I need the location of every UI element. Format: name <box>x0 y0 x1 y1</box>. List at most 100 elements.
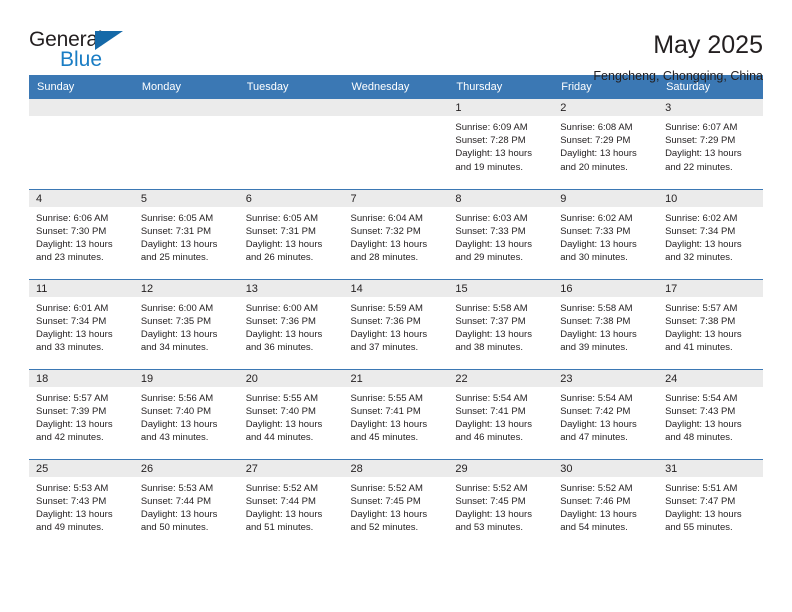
daylight-text-line2: and 20 minutes. <box>560 161 628 173</box>
day-cell[interactable]: 24 Sunrise: 5:54 AM Sunset: 7:43 PM Dayl… <box>658 368 763 459</box>
daylight-text-line1: Daylight: 13 hours <box>245 508 323 520</box>
day-cell[interactable]: 30 Sunrise: 5:52 AM Sunset: 7:46 PM Dayl… <box>553 458 659 549</box>
day-cell[interactable]: 1 Sunrise: 6:09 AM Sunset: 7:28 PM Dayli… <box>448 99 554 189</box>
calendar-week-row: 4 Sunrise: 6:06 AM Sunset: 7:30 PM Dayli… <box>29 188 763 279</box>
day-cell[interactable]: 4 Sunrise: 6:06 AM Sunset: 7:30 PM Dayli… <box>29 188 134 279</box>
daylight-text-line1: Daylight: 13 hours <box>350 508 428 520</box>
sunrise-text: Sunrise: 6:06 AM <box>36 212 109 224</box>
calendar-week-row: 11 Sunrise: 6:01 AM Sunset: 7:34 PM Dayl… <box>29 278 763 369</box>
daylight-text-line1: Daylight: 13 hours <box>665 418 742 430</box>
day-cell[interactable]: 7 Sunrise: 6:04 AM Sunset: 7:32 PM Dayli… <box>343 188 449 279</box>
sunset-text: Sunset: 7:38 PM <box>560 315 631 327</box>
day-cell[interactable]: 10 Sunrise: 6:02 AM Sunset: 7:34 PM Dayl… <box>658 188 763 279</box>
day-cell[interactable]: 15 Sunrise: 5:58 AM Sunset: 7:37 PM Dayl… <box>448 278 554 369</box>
calendar-body: 1 Sunrise: 6:09 AM Sunset: 7:28 PM Dayli… <box>29 99 763 549</box>
generalblue-logo[interactable]: General Blue <box>29 28 169 76</box>
day-number: 20 <box>238 369 344 387</box>
daylight-text-line1: Daylight: 13 hours <box>140 238 218 250</box>
day-cell[interactable]: 9 Sunrise: 6:02 AM Sunset: 7:33 PM Dayli… <box>553 188 659 279</box>
day-cell[interactable]: 18 Sunrise: 5:57 AM Sunset: 7:39 PM Dayl… <box>29 368 134 459</box>
day-number: 26 <box>133 459 239 477</box>
sunrise-text: Sunrise: 5:58 AM <box>455 302 528 314</box>
sunset-text: Sunset: 7:34 PM <box>665 225 736 237</box>
day-details: Sunrise: 5:53 AM Sunset: 7:44 PM Dayligh… <box>134 477 239 535</box>
logo-text-blue: Blue <box>60 48 103 71</box>
daylight-text-line2: and 39 minutes. <box>560 342 628 354</box>
day-cell[interactable]: 8 Sunrise: 6:03 AM Sunset: 7:33 PM Dayli… <box>448 188 554 279</box>
sunset-text: Sunset: 7:34 PM <box>36 315 107 327</box>
sunset-text: Sunset: 7:43 PM <box>36 495 107 507</box>
day-cell[interactable]: 27 Sunrise: 5:52 AM Sunset: 7:44 PM Dayl… <box>238 458 344 549</box>
day-cell[interactable]: 26 Sunrise: 5:53 AM Sunset: 7:44 PM Dayl… <box>133 458 239 549</box>
day-details: Sunrise: 6:01 AM Sunset: 7:34 PM Dayligh… <box>29 297 134 355</box>
day-cell[interactable]: 19 Sunrise: 5:56 AM Sunset: 7:40 PM Dayl… <box>133 368 239 459</box>
day-cell[interactable]: 23 Sunrise: 5:54 AM Sunset: 7:42 PM Dayl… <box>553 368 659 459</box>
day-cell[interactable]: 22 Sunrise: 5:54 AM Sunset: 7:41 PM Dayl… <box>448 368 554 459</box>
calendar-page: General Blue May 2025 Fengcheng, Chongqi… <box>0 0 792 612</box>
sunset-text: Sunset: 7:43 PM <box>665 405 736 417</box>
daylight-text-line1: Daylight: 13 hours <box>455 238 532 250</box>
day-cell[interactable]: 14 Sunrise: 5:59 AM Sunset: 7:36 PM Dayl… <box>343 278 449 369</box>
daylight-text-line2: and 25 minutes. <box>140 252 209 264</box>
day-cell[interactable]: 25 Sunrise: 5:53 AM Sunset: 7:43 PM Dayl… <box>29 458 134 549</box>
day-number: 1 <box>448 99 554 116</box>
day-details: Sunrise: 5:55 AM Sunset: 7:41 PM Dayligh… <box>344 387 449 445</box>
day-cell[interactable]: 16 Sunrise: 5:58 AM Sunset: 7:38 PM Dayl… <box>553 278 659 369</box>
sunset-text: Sunset: 7:44 PM <box>140 495 212 507</box>
weekday-header-wednesday: Wednesday <box>343 75 449 99</box>
day-cell[interactable]: 13 Sunrise: 6:00 AM Sunset: 7:36 PM Dayl… <box>238 278 344 369</box>
sunrise-text: Sunrise: 5:58 AM <box>560 302 633 314</box>
day-cell[interactable]: 2 Sunrise: 6:08 AM Sunset: 7:29 PM Dayli… <box>553 99 659 189</box>
sunrise-text: Sunrise: 6:03 AM <box>455 212 528 224</box>
day-number: 30 <box>553 459 659 477</box>
day-cell[interactable]: 20 Sunrise: 5:55 AM Sunset: 7:40 PM Dayl… <box>238 368 344 459</box>
sunrise-text: Sunrise: 5:59 AM <box>350 302 423 314</box>
calendar-week-row: 18 Sunrise: 5:57 AM Sunset: 7:39 PM Dayl… <box>29 368 763 459</box>
daylight-text-line1: Daylight: 13 hours <box>455 508 532 520</box>
calendar-week-row: 25 Sunrise: 5:53 AM Sunset: 7:43 PM Dayl… <box>29 458 763 549</box>
day-number: 22 <box>448 369 554 387</box>
day-cell[interactable]: 29 Sunrise: 5:52 AM Sunset: 7:45 PM Dayl… <box>448 458 554 549</box>
day-details: Sunrise: 6:02 AM Sunset: 7:33 PM Dayligh… <box>553 207 658 265</box>
day-details: Sunrise: 5:58 AM Sunset: 7:38 PM Dayligh… <box>553 297 658 355</box>
day-details: Sunrise: 5:51 AM Sunset: 7:47 PM Dayligh… <box>658 477 763 535</box>
day-number: 14 <box>343 279 449 297</box>
calendar-week-row: 1 Sunrise: 6:09 AM Sunset: 7:28 PM Dayli… <box>29 99 763 189</box>
sunrise-text: Sunrise: 6:05 AM <box>140 212 214 224</box>
day-number: 12 <box>133 279 239 297</box>
day-number: 17 <box>658 279 763 297</box>
day-cell[interactable]: 31 Sunrise: 5:51 AM Sunset: 7:47 PM Dayl… <box>658 458 763 549</box>
daylight-text-line1: Daylight: 13 hours <box>560 148 637 160</box>
sunset-text: Sunset: 7:44 PM <box>245 495 316 507</box>
daylight-text-line2: and 29 minutes. <box>455 252 523 264</box>
day-cell[interactable]: 3 Sunrise: 6:07 AM Sunset: 7:29 PM Dayli… <box>658 99 763 189</box>
sunrise-text: Sunrise: 6:04 AM <box>350 212 423 224</box>
daylight-text-line1: Daylight: 13 hours <box>36 328 113 340</box>
day-cell <box>238 99 344 189</box>
day-cell[interactable]: 11 Sunrise: 6:01 AM Sunset: 7:34 PM Dayl… <box>29 278 134 369</box>
day-cell[interactable]: 6 Sunrise: 6:05 AM Sunset: 7:31 PM Dayli… <box>238 188 344 279</box>
day-number: 16 <box>553 279 659 297</box>
day-number <box>29 99 134 116</box>
day-details: Sunrise: 6:06 AM Sunset: 7:30 PM Dayligh… <box>29 207 134 265</box>
day-cell[interactable]: 28 Sunrise: 5:52 AM Sunset: 7:45 PM Dayl… <box>343 458 449 549</box>
day-cell[interactable]: 12 Sunrise: 6:00 AM Sunset: 7:35 PM Dayl… <box>133 278 239 369</box>
day-details: Sunrise: 5:57 AM Sunset: 7:38 PM Dayligh… <box>658 297 763 355</box>
sunrise-text: Sunrise: 6:05 AM <box>245 212 319 224</box>
day-cell[interactable]: 5 Sunrise: 6:05 AM Sunset: 7:31 PM Dayli… <box>133 188 239 279</box>
day-cell[interactable]: 17 Sunrise: 5:57 AM Sunset: 7:38 PM Dayl… <box>658 278 763 369</box>
day-cell[interactable]: 21 Sunrise: 5:55 AM Sunset: 7:41 PM Dayl… <box>343 368 449 459</box>
day-details: Sunrise: 6:04 AM Sunset: 7:32 PM Dayligh… <box>344 207 449 265</box>
sunrise-text: Sunrise: 5:52 AM <box>245 482 319 494</box>
sunrise-text: Sunrise: 5:53 AM <box>140 482 214 494</box>
daylight-text-line2: and 51 minutes. <box>245 522 314 534</box>
day-number: 23 <box>553 369 659 387</box>
daylight-text-line2: and 32 minutes. <box>665 252 733 264</box>
day-details: Sunrise: 5:55 AM Sunset: 7:40 PM Dayligh… <box>239 387 344 445</box>
day-number: 6 <box>238 189 344 207</box>
day-number: 5 <box>133 189 239 207</box>
daylight-text-line2: and 26 minutes. <box>245 252 314 264</box>
daylight-text-line1: Daylight: 13 hours <box>665 238 742 250</box>
day-number: 19 <box>133 369 239 387</box>
sunset-text: Sunset: 7:31 PM <box>140 225 212 237</box>
